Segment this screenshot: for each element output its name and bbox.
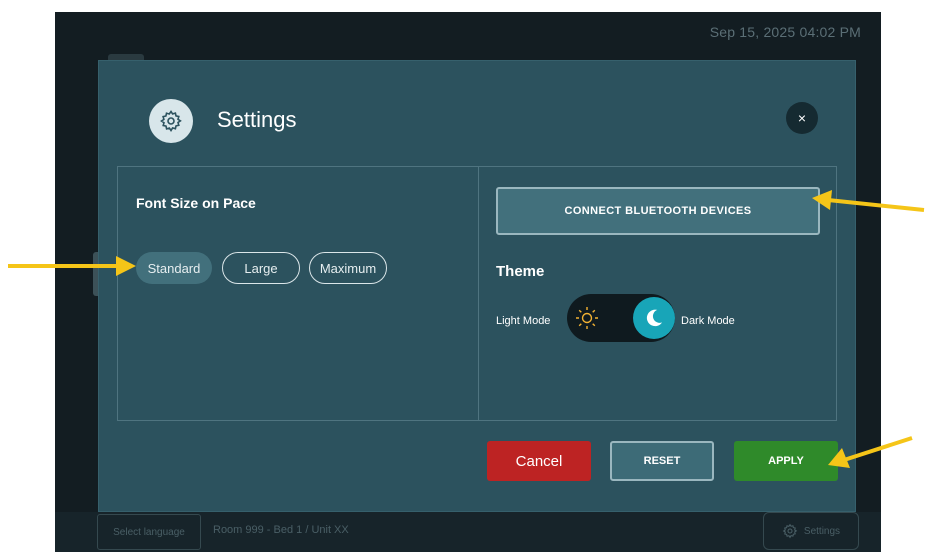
footer-settings-label: Settings	[803, 525, 841, 537]
footer-settings-button[interactable]: Settings	[763, 512, 859, 550]
gear-icon	[782, 523, 798, 539]
moon-icon	[646, 309, 663, 327]
font-size-large-option[interactable]: Large	[222, 252, 300, 284]
apply-button[interactable]: APPLY	[734, 441, 838, 481]
dark-mode-label: Dark Mode	[681, 315, 735, 327]
theme-title: Theme	[496, 263, 545, 280]
settings-header-icon	[149, 99, 193, 143]
close-button[interactable]: ×	[786, 102, 818, 134]
modal-header: Settings ×	[99, 61, 855, 161]
arrow-annotation-bluetooth	[812, 190, 925, 212]
modal-title: Settings	[217, 107, 297, 132]
arrow-annotation-standard	[8, 256, 136, 276]
font-size-standard-option[interactable]: Standard	[136, 252, 212, 284]
sun-icon	[576, 307, 598, 329]
settings-content-panel: Font Size on Pace Standard Large Maximum…	[117, 166, 837, 421]
arrow-annotation-apply	[828, 436, 913, 468]
close-icon: ×	[797, 110, 807, 126]
cancel-button[interactable]: Cancel	[487, 441, 591, 481]
panel-divider	[478, 167, 479, 420]
light-mode-label: Light Mode	[496, 315, 551, 327]
reset-button[interactable]: RESET	[610, 441, 714, 481]
select-language-button[interactable]: Select language	[97, 514, 201, 550]
theme-toggle[interactable]	[567, 294, 675, 342]
theme-toggle-knob	[633, 297, 675, 339]
settings-modal: Settings × Font Size on Pace Standard La…	[99, 61, 855, 511]
room-info: Room 999 - Bed 1 / Unit XX	[213, 524, 349, 536]
datetime-display: Sep 15, 2025 04:02 PM	[709, 24, 861, 40]
font-size-maximum-option[interactable]: Maximum	[309, 252, 387, 284]
gear-icon	[160, 110, 182, 132]
connect-bluetooth-button[interactable]: CONNECT BLUETOOTH DEVICES	[496, 187, 820, 235]
font-size-title: Font Size on Pace	[136, 195, 256, 211]
